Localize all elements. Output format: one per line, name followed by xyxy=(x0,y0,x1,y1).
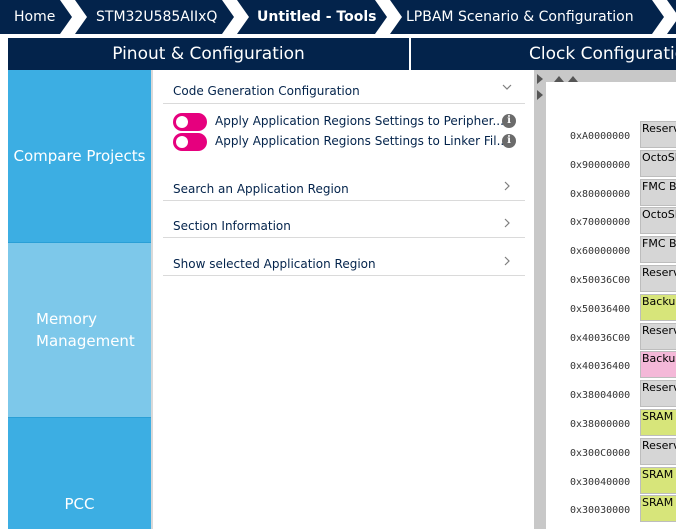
memory-region-label: SRAM xyxy=(642,496,674,510)
info-icon[interactable]: i xyxy=(502,114,516,128)
memory-address-label: 0xA0000000 xyxy=(570,131,631,142)
chevron-down-icon[interactable] xyxy=(501,81,513,96)
breadcrumb-lpbam[interactable]: LPBAM Scenario & Configuration xyxy=(406,0,634,34)
section-section-information[interactable]: Section Information xyxy=(163,201,525,238)
memory-region-label: OctoSPI xyxy=(642,208,676,222)
category-sidebar: Compare Projects Memory Management PCC xyxy=(8,70,151,529)
memory-region-label: Reserved xyxy=(642,438,676,452)
toggle-knob xyxy=(176,136,188,148)
breadcrumb-segment-next[interactable] xyxy=(667,0,676,34)
memory-region-block[interactable]: Reserved xyxy=(640,121,676,148)
memory-region-block[interactable]: OctoSPI xyxy=(640,207,676,235)
collapse-top-icon[interactable] xyxy=(546,73,586,85)
memory-region-block[interactable]: Reserved xyxy=(640,265,676,292)
breadcrumb-tools[interactable]: Untitled - Tools xyxy=(257,0,376,34)
tab-clock-configuration[interactable]: Clock Configuration xyxy=(411,38,676,70)
section-title: Section Information xyxy=(173,219,291,233)
section-title: Show selected Application Region xyxy=(173,257,376,271)
memory-region-block[interactable]: SRAM xyxy=(640,466,676,494)
sidebar-item-pcc[interactable]: PCC xyxy=(8,418,151,529)
memory-region-label: Reserved xyxy=(642,122,676,135)
memory-region-label: Reserved xyxy=(642,323,676,337)
toggle-knob xyxy=(176,116,188,128)
memory-region-label: FMC Bank xyxy=(642,237,676,251)
section-search-application-region[interactable]: Search an Application Region xyxy=(163,170,525,201)
memory-address-label: 0x38004000 xyxy=(570,390,631,402)
apply-regions-peripherals-toggle[interactable] xyxy=(173,113,207,131)
memory-region-label: Backup xyxy=(642,294,676,308)
collapse-left-icon[interactable] xyxy=(534,70,546,110)
main-tabs: Pinout & Configuration Clock Configurati… xyxy=(0,38,676,70)
section-show-selected-application-region[interactable]: Show selected Application Region xyxy=(163,238,525,276)
memory-region-label: Reserved xyxy=(642,381,676,395)
memory-region-block[interactable]: FMC Bank xyxy=(640,236,676,264)
breadcrumb-home[interactable]: Home xyxy=(14,0,55,34)
memory-region-block[interactable]: OctoSPI xyxy=(640,149,676,177)
memory-address-label: 0x40036C00 xyxy=(570,332,631,344)
memory-region-block[interactable]: Reserved xyxy=(640,322,676,350)
sidebar-item-memory-management[interactable]: Memory Management xyxy=(8,242,151,418)
memory-address-label: 0x70000000 xyxy=(570,217,631,229)
sidebar-item-label: Compare Projects xyxy=(13,147,146,165)
chevron-right-icon[interactable] xyxy=(501,217,513,232)
breadcrumb: Home STM32U585AIIxQ Untitled - Tools LPB… xyxy=(0,0,676,34)
memory-region-label: SRAM xyxy=(642,410,674,423)
memory-address-label: 0x300C0000 xyxy=(570,447,631,459)
memory-region-block[interactable]: SRAM xyxy=(640,409,676,436)
memory-region-block[interactable]: Reserved xyxy=(640,437,676,465)
memory-map-view: 0xA0000000 Reserved 0x90000000 OctoSPI 0x800… xyxy=(534,70,676,529)
apply-regions-linker-toggle[interactable] xyxy=(173,133,207,151)
memory-region-label: SRAM xyxy=(642,467,674,481)
memory-address-label: 0x80000000 xyxy=(570,188,631,200)
memory-region-block[interactable]: SRAM xyxy=(640,495,676,523)
section-code-generation-configuration[interactable]: Code Generation Configuration xyxy=(163,78,525,104)
section-title: Code Generation Configuration xyxy=(173,84,360,98)
memory-region-block[interactable]: Backup xyxy=(640,293,676,321)
memory-map-top-gutter xyxy=(546,70,676,82)
chevron-right-icon[interactable] xyxy=(501,180,513,195)
toggle-row-peripherals: Apply Application Regions Settings to Pe… xyxy=(173,113,516,131)
memory-region-label: FMC Bank xyxy=(642,179,676,193)
toggle-row-linker: Apply Application Regions Settings to Li… xyxy=(173,133,516,151)
memory-address-label: 0x50036400 xyxy=(570,303,631,315)
memory-address-label: 0x30030000 xyxy=(570,505,631,517)
section-title: Search an Application Region xyxy=(173,182,349,196)
tab-pinout-configuration[interactable]: Pinout & Configuration xyxy=(8,38,409,70)
chevron-right-icon[interactable] xyxy=(501,255,513,270)
memory-address-label: 0x38000000 xyxy=(570,419,631,430)
sidebar-item-label: PCC xyxy=(64,495,95,513)
memory-address-label: 0x90000000 xyxy=(570,159,631,171)
memory-region-label: Backup xyxy=(642,352,676,366)
memory-address-label: 0x30040000 xyxy=(570,476,631,488)
memory-region-label: Reserved xyxy=(642,266,676,279)
memory-region-block[interactable]: Reserved xyxy=(640,380,676,408)
memory-region-block[interactable]: Backup xyxy=(640,351,676,379)
toggle-label: Apply Application Regions Settings to Pe… xyxy=(215,114,504,128)
memory-address-label: 0x60000000 xyxy=(570,246,631,258)
memory-map-left-gutter xyxy=(534,70,546,529)
sidebar-item-compare-projects[interactable]: Compare Projects xyxy=(8,70,151,242)
memory-region-block[interactable]: FMC Bank xyxy=(640,178,676,206)
memory-address-label: 0x40036400 xyxy=(570,361,631,373)
toggle-label: Apply Application Regions Settings to Li… xyxy=(215,134,509,148)
memory-region-label: OctoSPI xyxy=(642,150,676,164)
sidebar-item-label: Memory Management xyxy=(36,310,135,350)
configuration-panel: Code Generation Configuration Apply Appl… xyxy=(151,70,534,529)
breadcrumb-device[interactable]: STM32U585AIIxQ xyxy=(96,0,217,34)
memory-address-label: 0x50036C00 xyxy=(570,275,631,286)
info-icon[interactable]: i xyxy=(502,134,516,148)
